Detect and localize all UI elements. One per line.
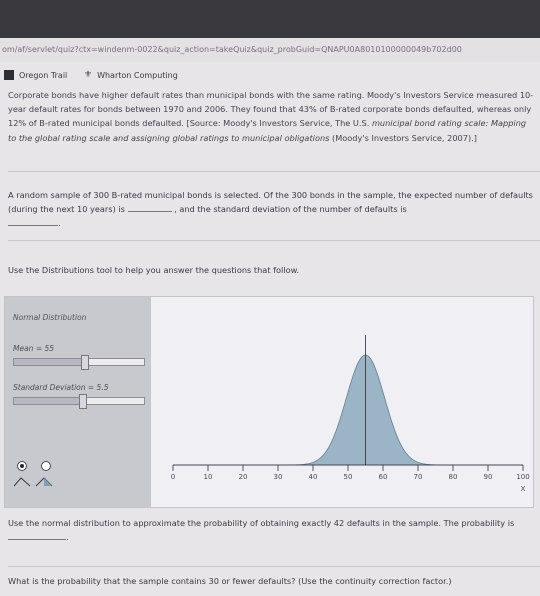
divider (8, 240, 540, 241)
x-tick-label: 80 (449, 473, 458, 481)
x-tick-label: 70 (414, 473, 423, 481)
bookmark-label: Oregon Trail (19, 70, 68, 80)
distributions-tool: Normal Distribution Mean = 55 Standard D… (4, 296, 534, 508)
address-bar[interactable]: om/af/servlet/quiz?ctx=windenm-0022&quiz… (0, 38, 540, 62)
distribution-title: Normal Distribution (13, 313, 87, 322)
question-exact-probability: Use the normal distribution to approxima… (8, 516, 528, 544)
divider (8, 566, 540, 567)
mean-slider-thumb[interactable] (81, 355, 89, 370)
sd-slider[interactable] (13, 394, 145, 409)
x-tick-label: 40 (309, 473, 318, 481)
x-tick-label: 10 (204, 473, 213, 481)
x-tick-label: 50 (344, 473, 353, 481)
x-tick-label: 30 (274, 473, 283, 481)
bookmark-oregon-trail[interactable]: Oregon Trail (4, 70, 67, 80)
x-axis-label: X (521, 485, 526, 493)
browser-chrome (0, 0, 540, 38)
bookmarks-bar: Oregon Trail ⚜ Wharton Computing (0, 66, 540, 88)
mean-label: Mean = 55 (13, 344, 55, 353)
question-cumulative-probability: What is the probability that the sample … (8, 576, 452, 586)
bookmark-label: Wharton Computing (97, 70, 178, 80)
x-tick-label: 0 (171, 473, 175, 481)
instructions: Use the Distributions tool to help you a… (8, 265, 300, 275)
exact-probability-input[interactable] (8, 530, 66, 541)
left-tail-icon[interactable] (13, 477, 31, 487)
tool-control-panel: Normal Distribution Mean = 55 Standard D… (5, 297, 151, 507)
square-icon (4, 70, 14, 80)
density-curve (173, 354, 523, 466)
question-text-b: , and the standard deviation of the numb… (174, 204, 407, 215)
std-dev-input[interactable] (8, 216, 58, 227)
x-tick-label: 20 (239, 473, 248, 481)
sd-slider-thumb[interactable] (79, 394, 87, 409)
problem-intro: Corporate bonds have higher default rate… (8, 88, 534, 145)
intro-top: Corporate bonds have higher default rate… (8, 90, 474, 100)
q2-text: Use the normal distribution to approxima… (8, 518, 515, 528)
q2-end: . (66, 532, 69, 543)
expected-defaults-input[interactable] (127, 202, 172, 213)
x-tick-label: 100 (516, 473, 529, 481)
right-tail-icon[interactable] (35, 477, 53, 487)
wharton-logo-icon: ⚜ (84, 70, 93, 80)
intro-end: (Moody's Investors Service, 2007).] (332, 132, 477, 143)
normal-distribution-plot[interactable]: 0 10 20 30 40 50 60 70 80 90 100 X (151, 297, 531, 507)
x-tick-label: 90 (484, 473, 493, 481)
mean-slider[interactable] (13, 355, 145, 370)
sd-label: Standard Deviation = 5.5 (13, 383, 109, 392)
divider (8, 171, 540, 172)
url-text: om/af/servlet/quiz?ctx=windenm-0022&quiz… (2, 45, 462, 54)
radio-shade-right[interactable] (41, 461, 51, 471)
radio-shade-left[interactable] (17, 461, 27, 471)
x-tick-label: 60 (379, 473, 388, 481)
question-expected-defaults: A random sample of 300 B-rated municipal… (8, 188, 534, 231)
bookmark-wharton-computing[interactable]: ⚜ Wharton Computing (84, 70, 178, 80)
question-text-c: . (58, 218, 61, 229)
